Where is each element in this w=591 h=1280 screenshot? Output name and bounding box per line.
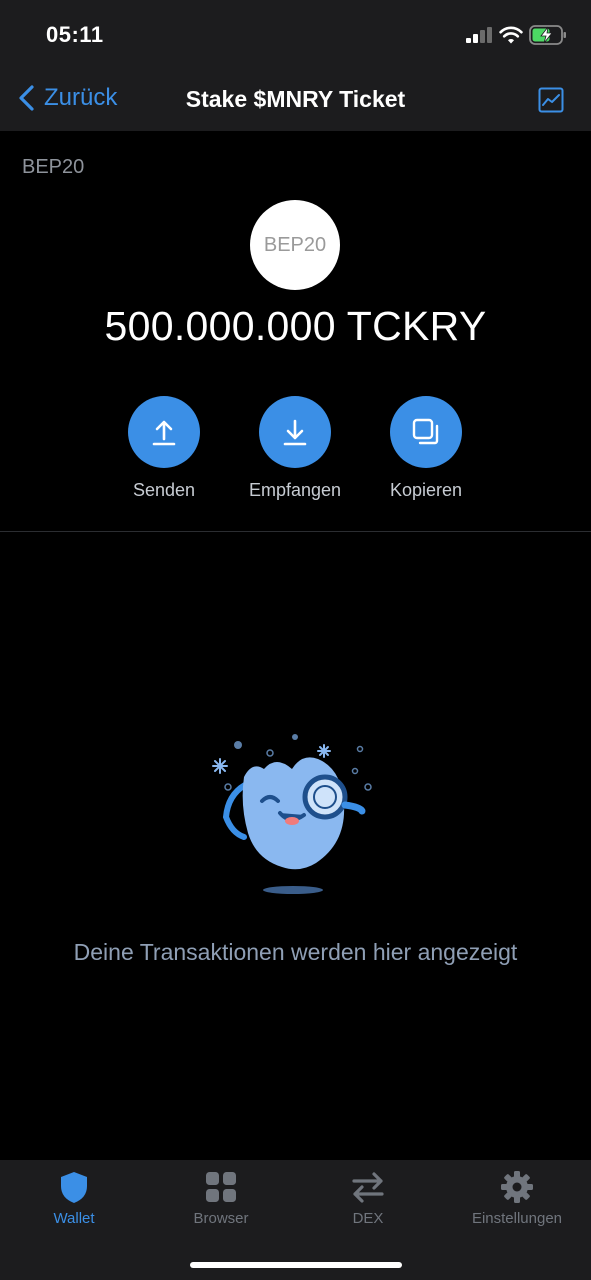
tab-wallet[interactable]: Wallet bbox=[4, 1170, 144, 1227]
empty-transactions-mascot-icon bbox=[212, 734, 372, 894]
status-time: 05:11 bbox=[46, 22, 104, 47]
section-divider bbox=[0, 531, 591, 532]
token-logo-text: BEP20 bbox=[263, 233, 327, 256]
shield-icon bbox=[61, 1172, 87, 1203]
network-label: BEP20 bbox=[22, 156, 85, 178]
copy-button[interactable]: Kopieren bbox=[366, 396, 486, 501]
send-button[interactable]: Senden bbox=[104, 396, 224, 501]
tab-wallet-label: Wallet bbox=[53, 1210, 95, 1227]
empty-state-text: Deine Transaktionen werden hier angezeig… bbox=[73, 939, 518, 965]
tab-browser[interactable]: Browser bbox=[151, 1170, 291, 1227]
token-logo: BEP20 bbox=[250, 200, 340, 290]
tab-settings[interactable]: Einstellungen bbox=[447, 1170, 587, 1227]
home-indicator bbox=[190, 1262, 402, 1268]
tab-dex[interactable]: DEX bbox=[298, 1170, 438, 1227]
swap-arrows-icon bbox=[352, 1172, 384, 1203]
cellular-signal-icon bbox=[466, 27, 492, 43]
wifi-icon bbox=[499, 26, 523, 44]
copy-icon bbox=[412, 418, 439, 445]
send-label: Senden bbox=[132, 480, 196, 500]
tab-browser-label: Browser bbox=[193, 1210, 249, 1227]
grid-icon bbox=[206, 1172, 236, 1202]
receive-circle[interactable] bbox=[259, 396, 331, 468]
copy-label: Kopieren bbox=[389, 480, 463, 500]
tab-dex-label: DEX bbox=[352, 1210, 384, 1227]
page-title: Stake $MNRY Ticket bbox=[185, 86, 406, 112]
send-circle[interactable] bbox=[128, 396, 200, 468]
price-chart-icon[interactable] bbox=[538, 87, 564, 113]
copy-circle[interactable] bbox=[390, 396, 462, 468]
token-balance: 500.000.000 TCKRY bbox=[104, 303, 487, 349]
battery-charging-icon bbox=[529, 25, 566, 45]
upload-arrow-icon bbox=[152, 420, 176, 446]
gear-icon bbox=[501, 1171, 533, 1203]
tab-settings-label: Einstellungen bbox=[471, 1210, 563, 1227]
receive-label: Empfangen bbox=[248, 480, 342, 500]
receive-button[interactable]: Empfangen bbox=[235, 396, 355, 501]
download-arrow-icon bbox=[283, 419, 307, 446]
